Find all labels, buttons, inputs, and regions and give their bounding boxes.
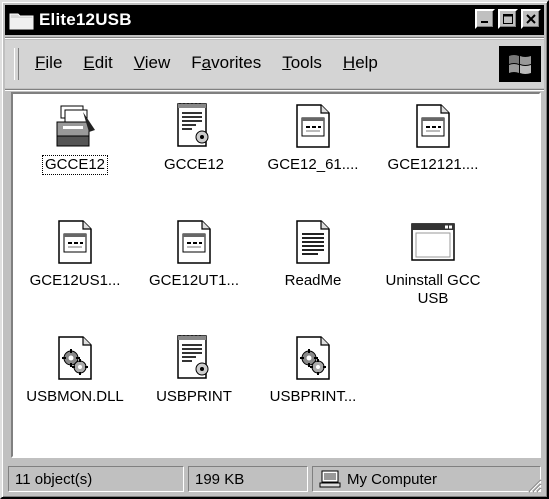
file-label: Uninstall GCC USB <box>385 272 481 307</box>
application-document-icon <box>58 220 92 264</box>
maximize-icon <box>502 13 513 24</box>
file-label: USBMON.DLL <box>26 388 124 405</box>
minimize-icon <box>481 21 488 23</box>
maximize-button[interactable] <box>498 9 518 29</box>
text-document-icon <box>296 220 330 264</box>
file-item[interactable]: GCE12_61.... <box>253 102 373 174</box>
menu-tools[interactable]: Tools <box>274 50 330 77</box>
menu-bottom-separator <box>5 89 544 91</box>
menu-view[interactable]: View <box>126 50 179 77</box>
application-document-icon <box>416 104 450 148</box>
status-zone: My Computer <box>312 466 541 492</box>
file-item[interactable]: USBPRINT... <box>253 334 373 406</box>
file-item[interactable]: GCE12US1... <box>15 218 135 290</box>
file-item[interactable]: ReadMe <box>253 218 373 290</box>
file-label: USBPRINT <box>156 388 232 405</box>
menu-favorites[interactable]: Favorites <box>183 50 269 77</box>
file-label: GCE12US1... <box>29 272 121 289</box>
file-list[interactable]: GCCE12 GCCE12 GCE12_61.... GCE12121.... GCE1… <box>11 92 541 458</box>
file-label: USBPRINT... <box>269 388 357 405</box>
settings-document-icon <box>177 335 209 379</box>
program-window-icon <box>411 223 455 261</box>
file-item[interactable]: USBPRINT <box>134 334 254 406</box>
file-label: GCCE12 <box>163 156 225 173</box>
file-item[interactable]: Uninstall GCC USB <box>373 218 493 308</box>
file-label: GCCE12 <box>41 155 109 175</box>
menu-edit[interactable]: Edit <box>75 50 120 77</box>
dll-gear-icon <box>296 336 330 380</box>
resize-grip[interactable] <box>526 477 542 493</box>
title-bar[interactable]: Elite12USB <box>5 5 544 35</box>
file-item[interactable]: USBMON.DLL <box>15 334 135 406</box>
dll-gear-icon <box>58 336 92 380</box>
file-label: GCE12121.... <box>387 156 479 173</box>
menu-top-separator <box>5 37 544 39</box>
file-label: GCE12UT1... <box>148 272 240 289</box>
application-document-icon <box>177 220 211 264</box>
file-label: GCE12_61.... <box>267 156 359 173</box>
menu-help[interactable]: Help <box>335 50 386 77</box>
explorer-window: Elite12USB File Edit View Favorites Tools Hel… <box>0 0 549 499</box>
file-label: ReadMe <box>284 272 342 289</box>
window-title: Elite12USB <box>39 10 132 29</box>
status-zone-label: My Computer <box>347 470 438 488</box>
status-bar: 11 object(s) 199 KB My Computer <box>5 463 544 495</box>
close-button[interactable] <box>521 9 541 29</box>
status-object-count: 11 object(s) <box>8 466 184 492</box>
printer-folder-icon <box>56 105 95 147</box>
menu-bar: File Edit View Favorites Tools Help <box>5 40 544 88</box>
file-item[interactable]: GCE12121.... <box>373 102 493 174</box>
my-computer-icon <box>319 470 341 488</box>
application-document-icon <box>296 104 330 148</box>
file-item[interactable]: GCE12UT1... <box>134 218 254 290</box>
folder-icon <box>9 9 37 31</box>
status-size: 199 KB <box>188 466 308 492</box>
menu-file[interactable]: File <box>27 50 70 77</box>
file-item[interactable]: GCCE12 <box>15 102 135 175</box>
file-item[interactable]: GCCE12 <box>134 102 254 174</box>
settings-document-icon <box>177 103 209 147</box>
close-icon <box>526 14 536 24</box>
toolbar-grip[interactable] <box>14 48 19 80</box>
minimize-button[interactable] <box>475 9 495 29</box>
windows-logo-icon <box>499 46 541 82</box>
